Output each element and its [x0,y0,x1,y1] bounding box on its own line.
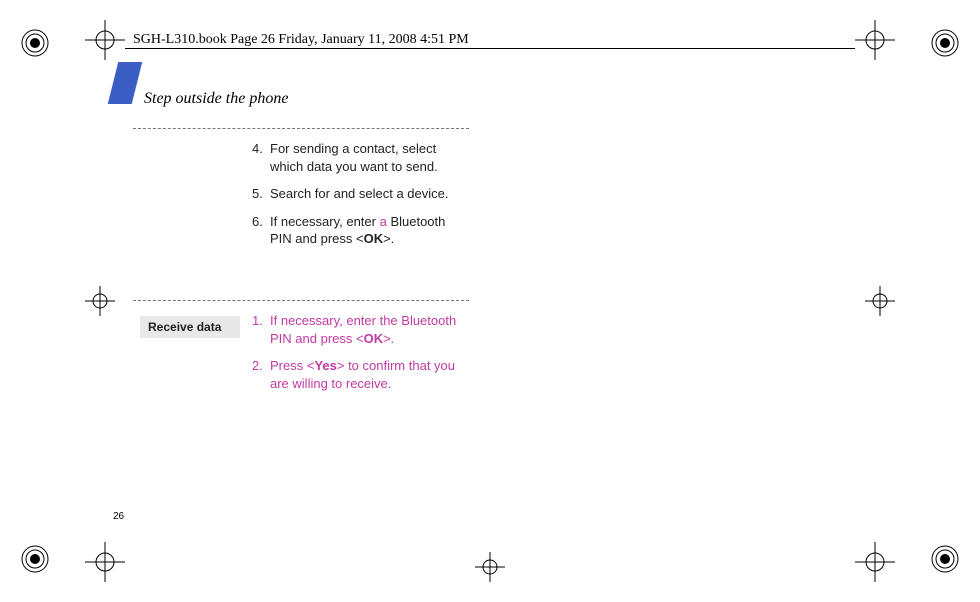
change-mark: a [380,214,387,229]
divider [133,128,469,129]
step-item: 4. For sending a contact, select which d… [252,140,468,175]
step-text: If necessary, enter a Bluetooth PIN and … [270,213,468,248]
step-list: 1. If necessary, enter the Bluetooth PIN… [252,312,468,402]
section-title: Step outside the phone [144,90,288,108]
header-rule [125,48,855,49]
step-list: 4. For sending a contact, select which d… [252,140,468,258]
step-number: 1. [252,312,270,347]
crop-mark-icon [85,286,115,316]
step-text: Search for and select a device. [270,185,468,203]
crop-mark-icon [85,20,125,60]
step-number: 2. [252,357,270,392]
registration-mark-icon [20,28,50,58]
side-label: Receive data [140,316,240,338]
softkey-label: OK [364,331,384,346]
step-number: 4. [252,140,270,175]
divider [133,300,469,301]
step-number: 5. [252,185,270,203]
step-item: 2. Press <Yes> to confirm that you are w… [252,357,468,392]
registration-mark-icon [930,28,960,58]
step-item: 5. Search for and select a device. [252,185,468,203]
step-item: 6. If necessary, enter a Bluetooth PIN a… [252,213,468,248]
crop-mark-icon [865,286,895,316]
registration-mark-icon [20,544,50,574]
crop-mark-icon [855,20,895,60]
document-header: SGH-L310.book Page 26 Friday, January 11… [133,32,469,48]
crop-mark-icon [855,542,895,582]
softkey-label: OK [364,231,384,246]
step-text: For sending a contact, select which data… [270,140,468,175]
softkey-label: Yes [314,358,336,373]
step-number: 6. [252,213,270,248]
page-number: 26 [113,511,124,522]
crop-mark-icon [85,542,125,582]
step-text: If necessary, enter the Bluetooth PIN an… [270,312,468,347]
crop-mark-icon [475,552,505,582]
step-text: Press <Yes> to confirm that you are will… [270,357,468,392]
registration-mark-icon [930,544,960,574]
section-tab-icon [108,62,142,104]
step-item: 1. If necessary, enter the Bluetooth PIN… [252,312,468,347]
